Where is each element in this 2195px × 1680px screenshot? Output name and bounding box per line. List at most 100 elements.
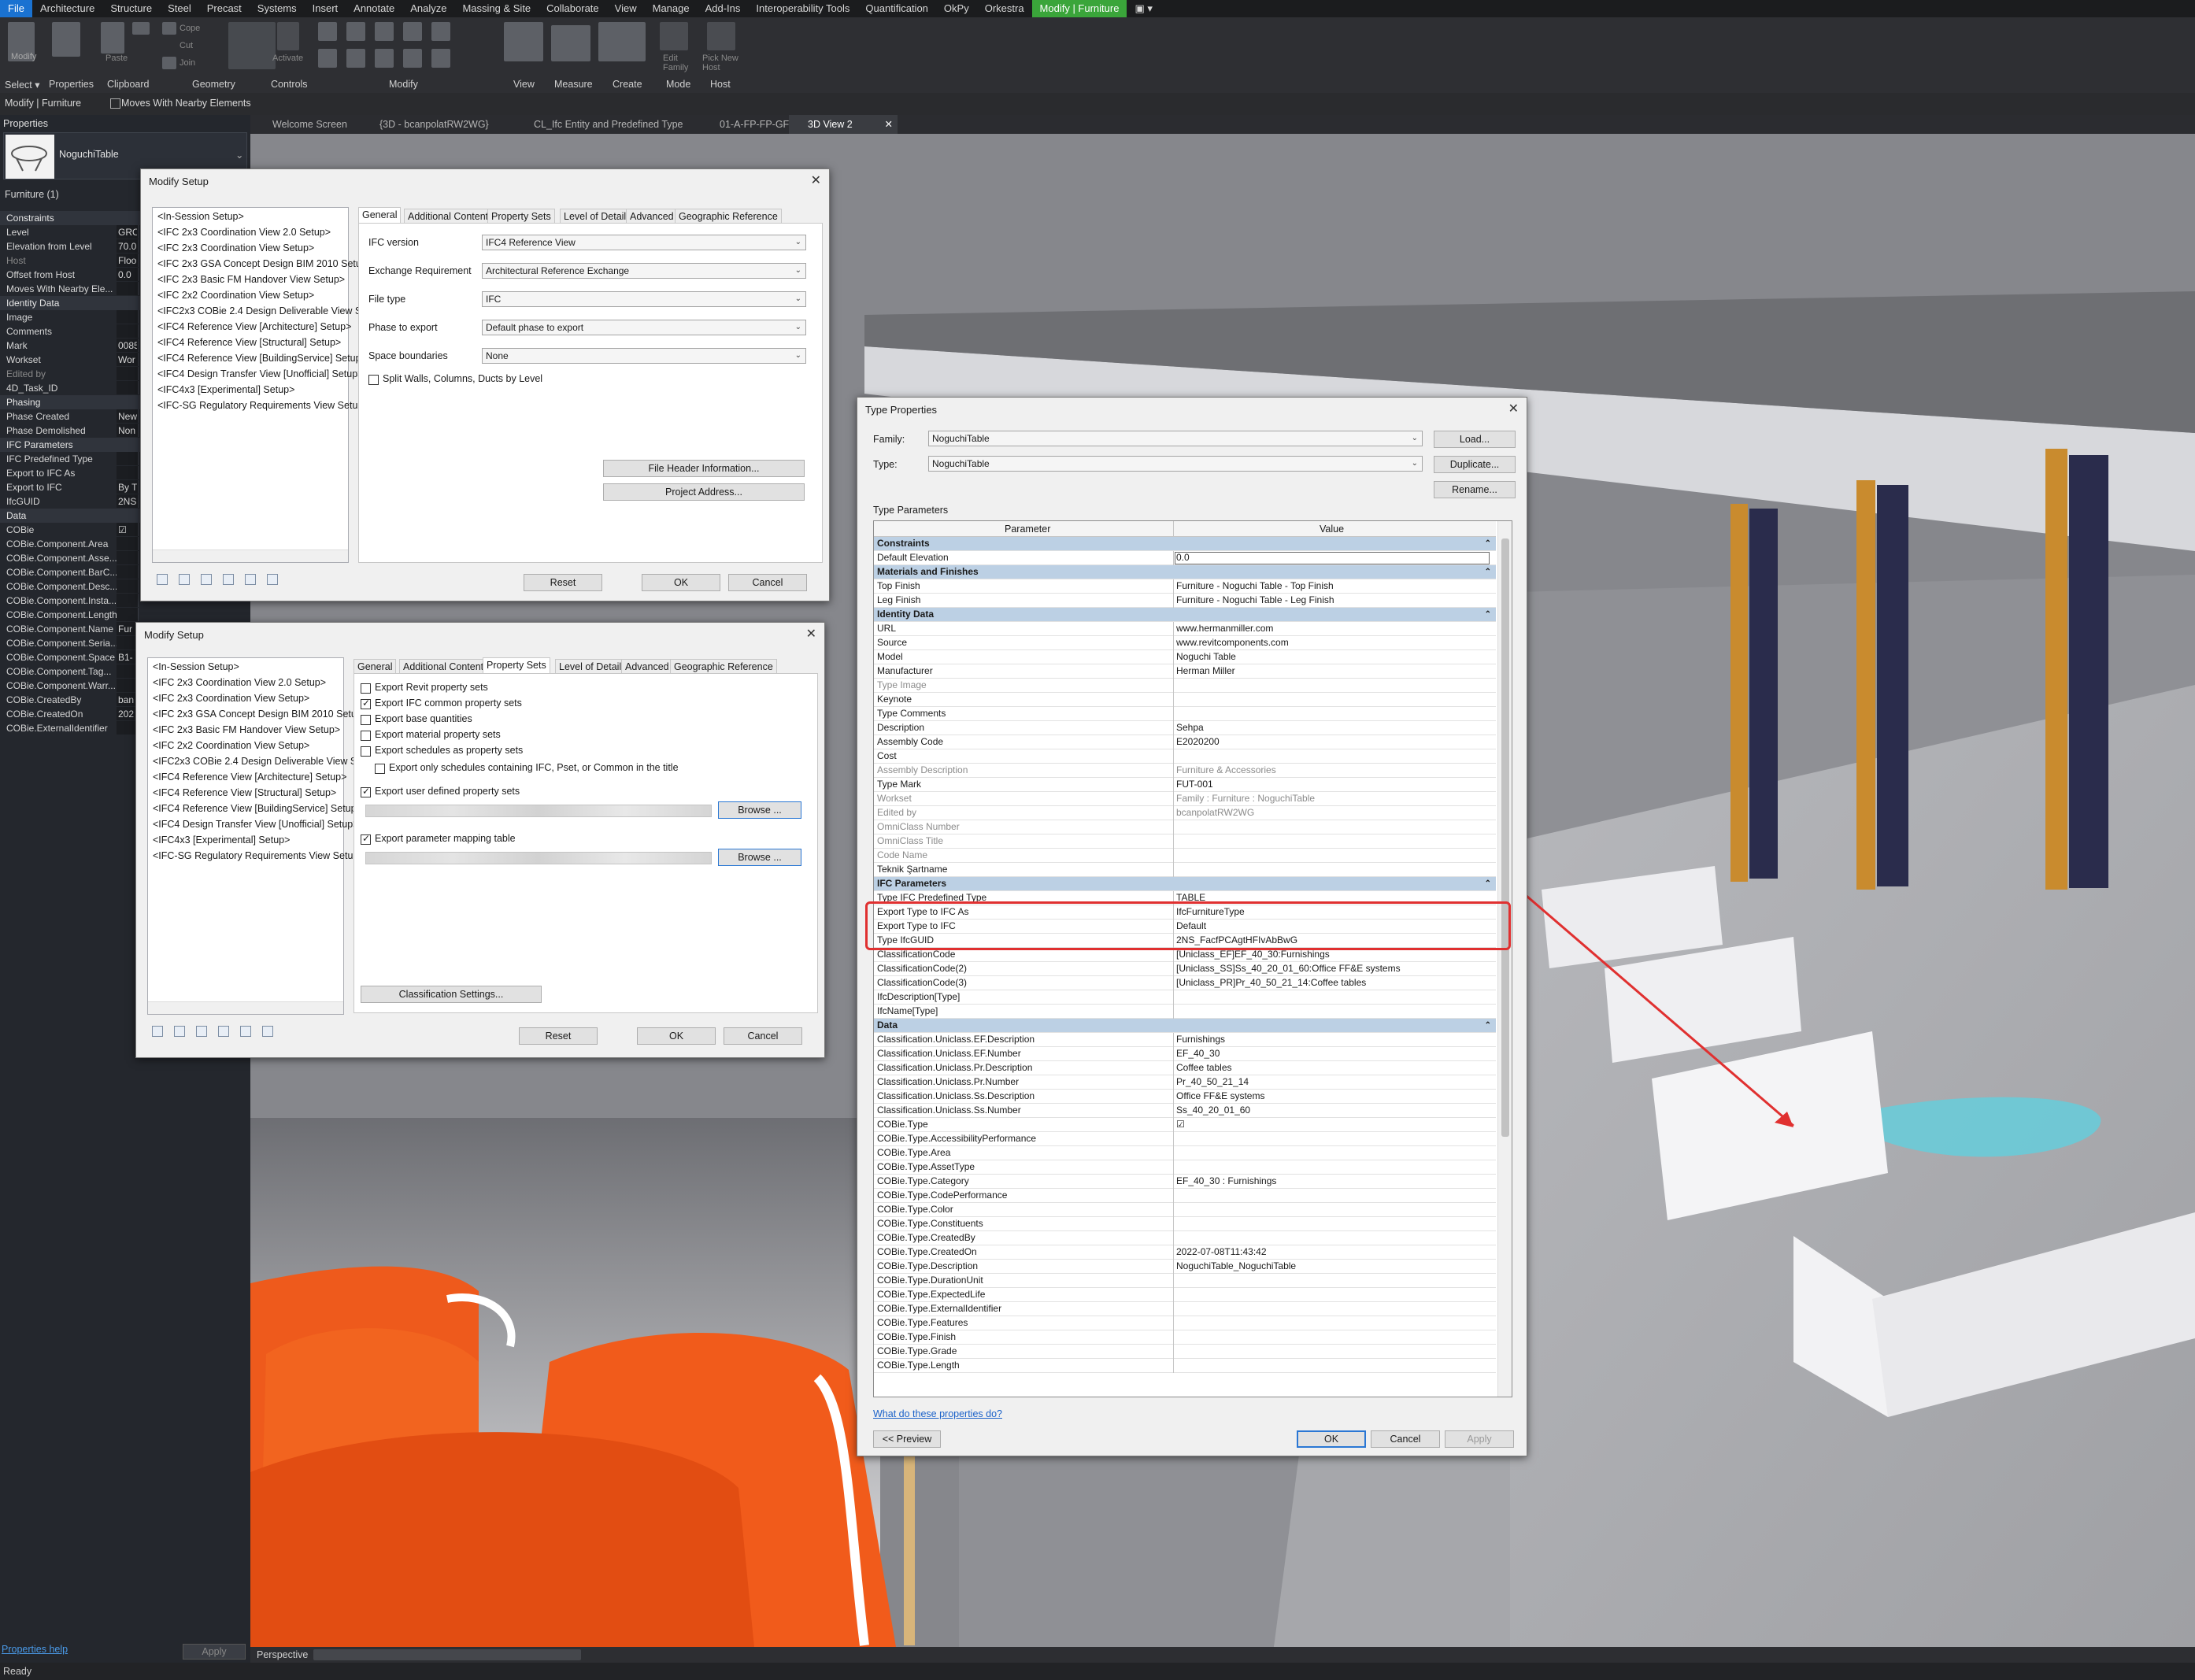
close-icon[interactable]: ✕	[1508, 401, 1519, 416]
grid-row[interactable]: COBie.Type.CodePerformance	[874, 1189, 1496, 1203]
ribbon-tab-3[interactable]: Steel	[160, 0, 199, 17]
setup-list-item[interactable]: <IFC 2x3 Coordination View 2.0 Setup>	[157, 227, 331, 238]
setup-tab-property-sets[interactable]: Property Sets	[483, 657, 550, 675]
grid-row[interactable]: COBie.Type.Area	[874, 1146, 1496, 1160]
parameter-value[interactable]: Sehpa	[1176, 721, 1491, 735]
grid-row[interactable]: Classification.Uniclass.Pr.Number Pr_40_5…	[874, 1075, 1496, 1090]
parameter-value[interactable]: Pr_40_50_21_14	[1176, 1075, 1491, 1089]
setup-list-item[interactable]: <IFC 2x3 Basic FM Handover View Setup>	[153, 724, 340, 735]
ribbon-tab-15[interactable]: Quantification	[857, 0, 936, 17]
type-dropdown[interactable]: NoguchiTable ⌄	[928, 456, 1423, 472]
close-icon[interactable]: ✕	[806, 626, 816, 642]
split-icon[interactable]	[403, 49, 422, 68]
grid-row[interactable]: Edited by bcanpolatRW2WG	[874, 806, 1496, 820]
grid-row[interactable]: Default Elevation 0.0	[874, 551, 1496, 565]
help-link[interactable]: What do these properties do?	[873, 1408, 1002, 1419]
property-set-checkbox[interactable]	[361, 698, 371, 709]
setup-list-item[interactable]: <IFC 2x3 GSA Concept Design BIM 2010 Set…	[153, 709, 368, 720]
close-icon[interactable]: ✕	[811, 172, 821, 188]
collapse-icon[interactable]: ⌃	[1485, 1019, 1491, 1032]
cut-icon[interactable]	[132, 22, 150, 35]
moves-with-nearby-checkbox[interactable]	[110, 98, 120, 109]
export-setup-icon[interactable]	[262, 1026, 273, 1037]
grid-row[interactable]: COBie.Type.AccessibilityPerformance	[874, 1132, 1496, 1146]
grid-row[interactable]: Top Finish Furniture - Noguchi Table - To…	[874, 579, 1496, 594]
delete-setup-icon[interactable]	[223, 574, 234, 585]
scale-icon[interactable]	[318, 49, 337, 68]
family-dropdown[interactable]: NoguchiTable ⌄	[928, 431, 1423, 446]
setup-tab-level-of-detail[interactable]: Level of Detail	[560, 209, 631, 224]
properties-icon[interactable]	[52, 22, 80, 57]
grid-row[interactable]: Cost	[874, 749, 1496, 764]
reset-button[interactable]: Reset	[524, 574, 602, 591]
ribbon-tab-7[interactable]: Annotate	[346, 0, 402, 17]
properties-help-link[interactable]: Properties help	[2, 1644, 68, 1655]
collapse-icon[interactable]: ⌃	[1485, 565, 1491, 579]
duplicate-setup-icon[interactable]	[179, 574, 190, 585]
new-setup-icon[interactable]	[152, 1026, 163, 1037]
ok-button[interactable]: OK	[642, 574, 720, 591]
property-value-cell[interactable]	[117, 310, 139, 324]
property-value-cell[interactable]	[117, 537, 139, 550]
ribbon-tab-5[interactable]: Systems	[250, 0, 305, 17]
setup-list-item[interactable]: <IFC 2x3 Basic FM Handover View Setup>	[157, 274, 345, 285]
chevron-down-icon[interactable]: ⌄	[235, 149, 243, 161]
rename-button[interactable]: Rename...	[1434, 481, 1516, 498]
grid-row[interactable]: Classification.Uniclass.EF.Description Fu…	[874, 1033, 1496, 1047]
reset-button[interactable]: Reset	[519, 1027, 598, 1045]
delete-setup-icon[interactable]	[218, 1026, 229, 1037]
ribbon-tab-17[interactable]: Orkestra	[977, 0, 1032, 17]
browse-user-defined-button[interactable]: Browse ...	[718, 801, 801, 819]
grid-row[interactable]: COBie.Type.Constituents	[874, 1217, 1496, 1231]
grid-row[interactable]: COBie.Type.Features	[874, 1316, 1496, 1330]
ribbon-tab-2[interactable]: Structure	[102, 0, 160, 17]
grid-row[interactable]: Type Comments	[874, 707, 1496, 721]
property-value-cell[interactable]	[117, 452, 139, 465]
grid-row[interactable]: IfcDescription[Type]	[874, 990, 1496, 1005]
grid-row[interactable]: Code Name	[874, 849, 1496, 863]
grid-row[interactable]: Manufacturer Herman Miller	[874, 664, 1496, 679]
parameter-value[interactable]: EF_40_30	[1176, 1047, 1491, 1060]
parameter-value[interactable]: Ss_40_20_01_60	[1176, 1104, 1491, 1117]
ribbon-tab-4[interactable]: Precast	[199, 0, 250, 17]
grid-row[interactable]: COBie.Type.Length	[874, 1359, 1496, 1373]
property-set-checkbox[interactable]	[361, 731, 371, 741]
grid-row[interactable]: COBie.Type.Description NoguchiTable_Noguc…	[874, 1260, 1496, 1274]
geometry-tools-icon[interactable]	[228, 22, 276, 69]
field-dropdown[interactable]: None ⌄	[482, 348, 806, 364]
setup-list-item[interactable]: <IFC 2x3 GSA Concept Design BIM 2010 Set…	[157, 258, 372, 269]
user-defined-path-field[interactable]	[365, 805, 712, 817]
ribbon-tab-10[interactable]: Collaborate	[539, 0, 607, 17]
setup-list-item[interactable]: <IFC-SG Regulatory Requirements View Set…	[153, 850, 365, 861]
ok-button[interactable]: OK	[637, 1027, 716, 1045]
setup-tab-additional-content[interactable]: Additional Content	[399, 659, 488, 675]
file-header-button[interactable]: File Header Information...	[603, 460, 805, 477]
edit-family-icon[interactable]	[660, 22, 688, 50]
grid-row[interactable]: COBie.Type.Grade	[874, 1345, 1496, 1359]
grid-row[interactable]: ClassificationCode(2) [Uniclass_SS]Ss_40_…	[874, 962, 1496, 976]
property-value-cell[interactable]	[117, 594, 139, 607]
property-value-cell[interactable]	[117, 565, 139, 579]
view-tab-welcome[interactable]: Welcome Screen	[254, 115, 361, 134]
align-icon[interactable]	[346, 49, 365, 68]
grid-row[interactable]: Model Noguchi Table	[874, 650, 1496, 664]
join-icon[interactable]	[162, 57, 176, 69]
grid-row[interactable]: Type Mark FUT-001	[874, 778, 1496, 792]
setup-tab-advanced[interactable]: Advanced	[626, 209, 678, 224]
duplicate-setup-icon[interactable]	[174, 1026, 185, 1037]
setup-list-item[interactable]: <IFC4 Reference View [Architecture] Setu…	[157, 321, 351, 332]
ribbon-tab-1[interactable]: Architecture	[32, 0, 102, 17]
property-value-cell[interactable]	[117, 551, 139, 564]
ribbon-tab-14[interactable]: Interoperability Tools	[748, 0, 857, 17]
setup-list-item[interactable]: <IFC 2x2 Coordination View Setup>	[157, 290, 314, 301]
setup-tab-advanced[interactable]: Advanced	[621, 659, 673, 675]
parameter-value[interactable]: EF_40_30 : Furnishings	[1176, 1175, 1491, 1188]
setup-list-item[interactable]: <IFC4x3 [Experimental] Setup>	[153, 834, 290, 846]
parameter-value[interactable]: Furniture - Noguchi Table - Top Finish	[1176, 579, 1491, 593]
project-address-button[interactable]: Project Address...	[603, 483, 805, 501]
property-set-checkbox[interactable]	[375, 764, 385, 774]
parameter-value[interactable]: E2020200	[1176, 735, 1491, 749]
pin-icon[interactable]	[431, 49, 450, 68]
setup-list[interactable]: <In-Session Setup> <IFC 2x3 Coordination …	[147, 657, 382, 1015]
setup-list-item[interactable]: <IFC-SG Regulatory Requirements View Set…	[157, 400, 369, 411]
